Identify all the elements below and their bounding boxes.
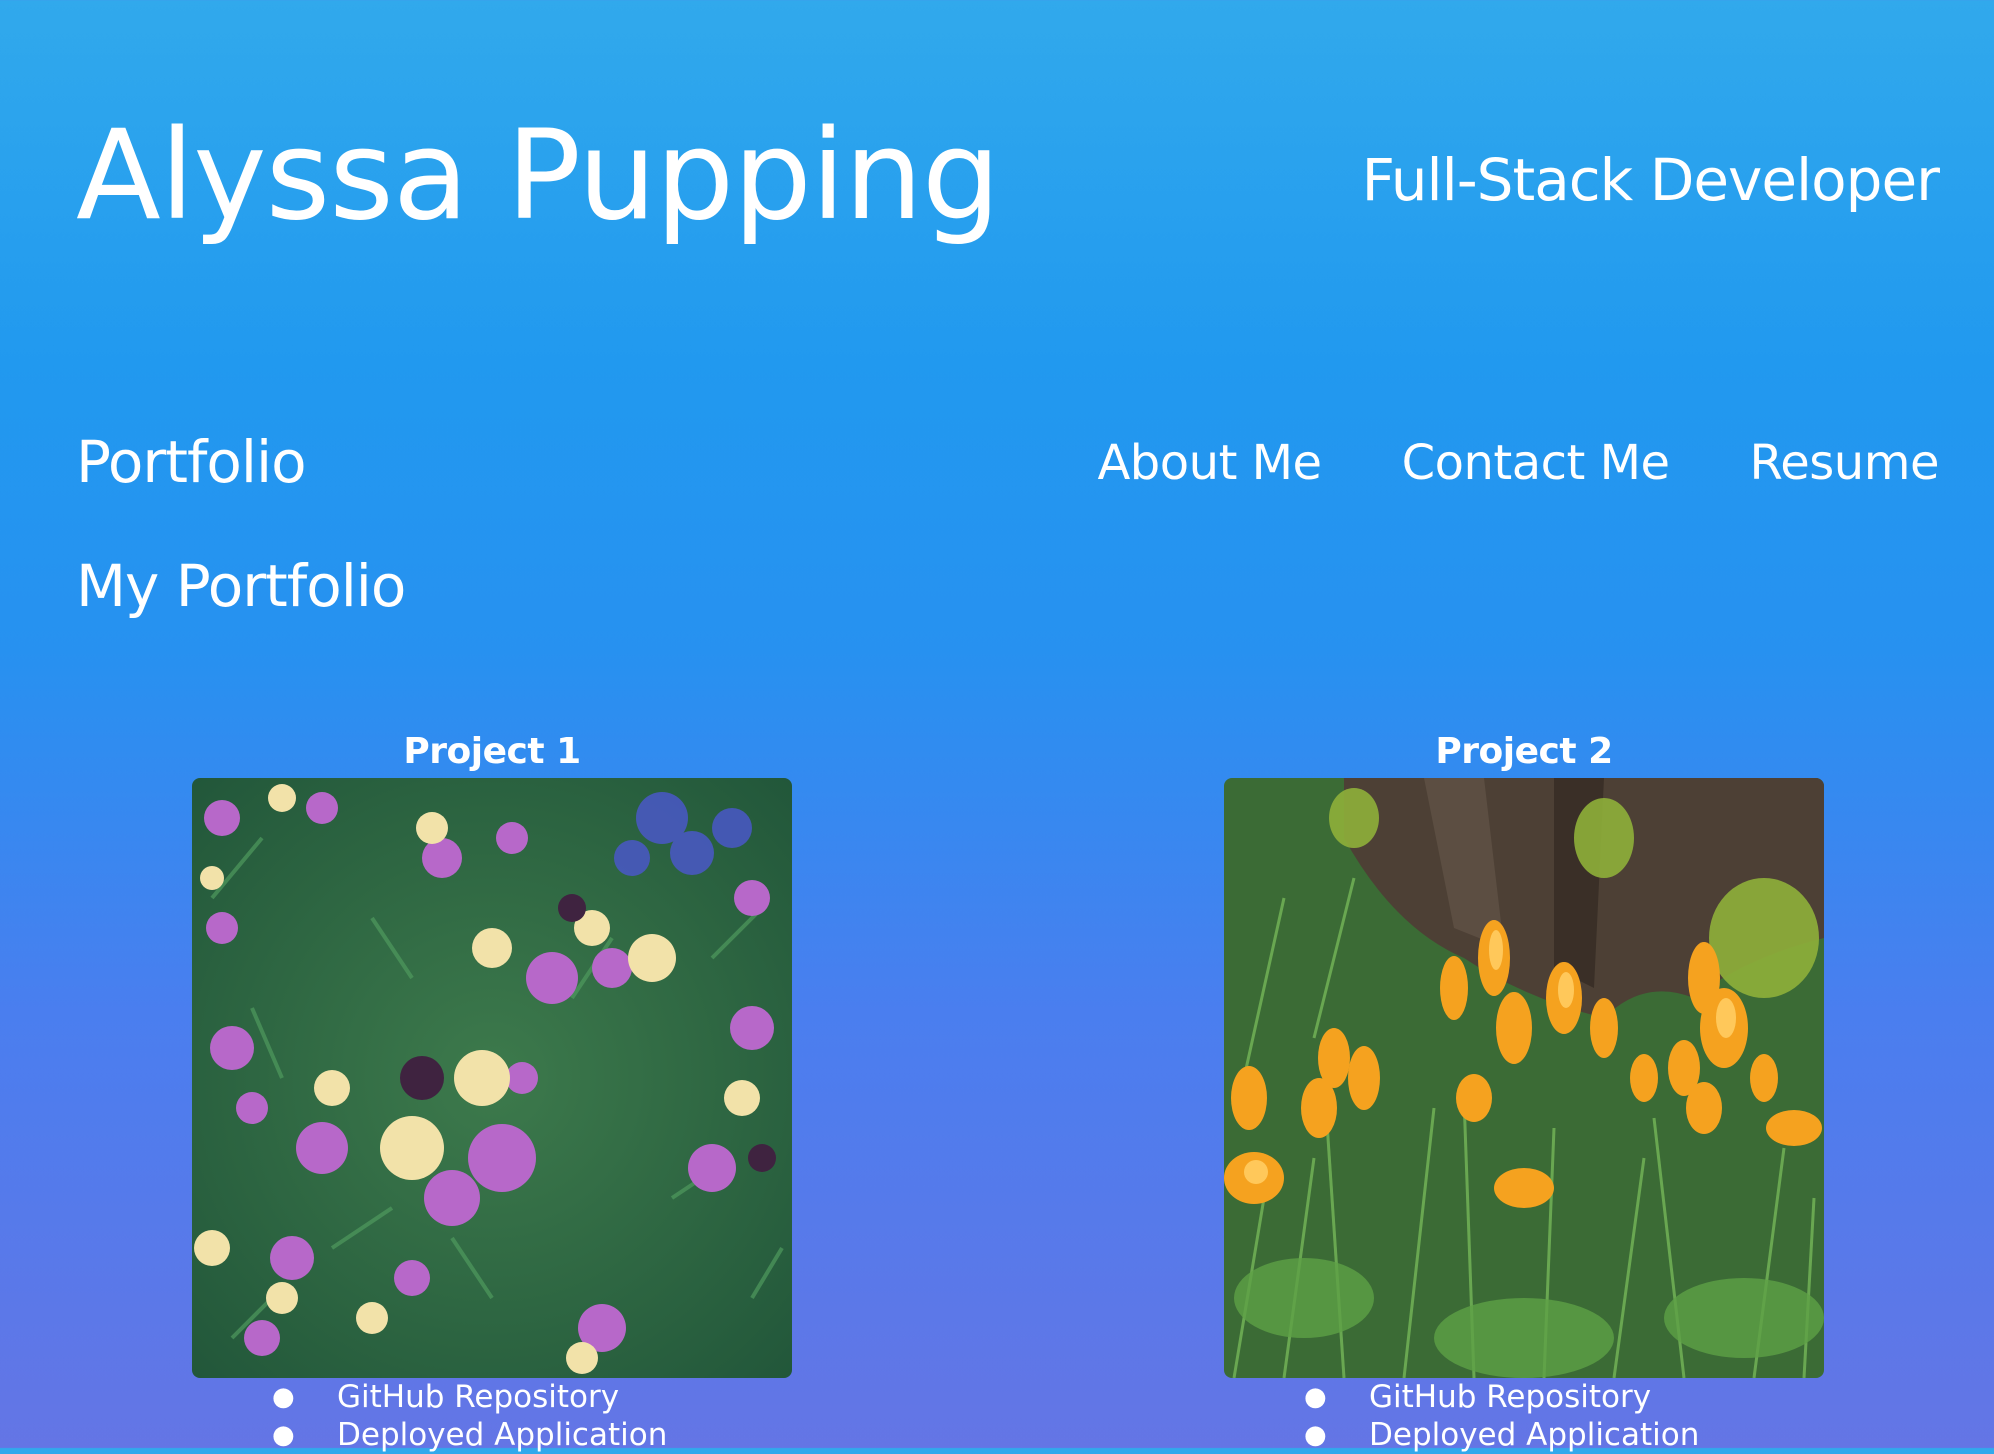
main-nav: About Me Contact Me Resume bbox=[1097, 428, 1939, 498]
project-title: Project 2 bbox=[1435, 731, 1613, 772]
nav-link-about-me[interactable]: About Me bbox=[1097, 428, 1322, 498]
nav-link-contact-me[interactable]: Contact Me bbox=[1402, 428, 1670, 498]
project-image-crocuses[interactable] bbox=[1224, 778, 1824, 1378]
bullet: ● bbox=[1304, 1382, 1327, 1412]
bullet: ● bbox=[272, 1382, 295, 1412]
github-repository-link[interactable]: GitHub Repository bbox=[337, 1379, 619, 1415]
site-name: Alyssa Pupping bbox=[76, 104, 1001, 248]
project-card-1: Project 1 ● GitHub Repository ● Deployed… bbox=[192, 726, 792, 1454]
project-title: Project 1 bbox=[403, 731, 581, 772]
bullet: ● bbox=[272, 1420, 295, 1450]
project-image-flowers[interactable] bbox=[192, 778, 792, 1378]
page-heading: My Portfolio bbox=[76, 552, 406, 620]
project-links: ● GitHub Repository ● Deployed Applicati… bbox=[192, 1378, 792, 1454]
project-links: ● GitHub Repository ● Deployed Applicati… bbox=[1224, 1378, 1824, 1454]
github-repository-link[interactable]: GitHub Repository bbox=[1369, 1379, 1651, 1415]
tagline: Full-Stack Developer bbox=[1361, 146, 1940, 214]
bullet: ● bbox=[1304, 1420, 1327, 1450]
list-item: ● Deployed Application bbox=[1224, 1416, 1824, 1454]
list-item: ● GitHub Repository bbox=[192, 1378, 792, 1416]
list-item: ● Deployed Application bbox=[192, 1416, 792, 1454]
list-item: ● GitHub Repository bbox=[1224, 1378, 1824, 1416]
section-title: Portfolio bbox=[76, 428, 307, 496]
project-card-2: Project 2 ● GitHub Repository ● Deployed… bbox=[1224, 726, 1824, 1454]
nav-link-resume[interactable]: Resume bbox=[1750, 428, 1940, 498]
